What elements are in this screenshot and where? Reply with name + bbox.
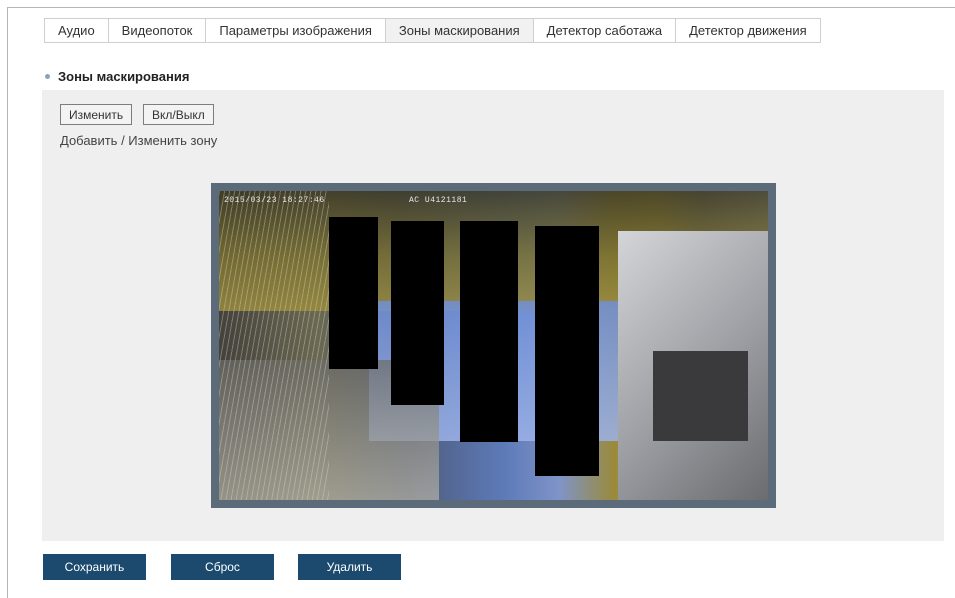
video-preview[interactable]: 2015/03/23 18:27:46 AC U4121181 xyxy=(219,191,768,500)
section-title: Зоны маскирования xyxy=(58,69,190,84)
tab-image-params[interactable]: Параметры изображения xyxy=(205,18,385,43)
page-frame: Аудио Видеопоток Параметры изображения З… xyxy=(7,7,955,598)
tab-audio[interactable]: Аудио xyxy=(44,18,108,43)
tab-tamper-detector[interactable]: Детектор саботажа xyxy=(532,18,676,43)
osd-datetime: 2015/03/23 18:27:46 xyxy=(224,196,325,205)
bullet-icon xyxy=(45,74,50,79)
tab-bar: Аудио Видеопоток Параметры изображения З… xyxy=(44,18,821,43)
video-scene-device xyxy=(618,231,768,500)
section-header: Зоны маскирования xyxy=(45,69,189,84)
tab-motion-detector[interactable]: Детектор движения xyxy=(675,18,821,43)
reset-button[interactable]: Сброс xyxy=(171,554,274,580)
toggle-button[interactable]: Вкл/Выкл xyxy=(143,104,214,125)
tab-privacy-masks[interactable]: Зоны маскирования xyxy=(384,18,533,43)
osd-camera-name: AC U4121181 xyxy=(409,196,468,205)
tab-video-stream[interactable]: Видеопоток xyxy=(107,18,206,43)
video-scene-device-panel xyxy=(653,351,748,441)
mask-zone-4[interactable] xyxy=(535,226,599,476)
add-edit-zone-hint: Добавить / Изменить зону xyxy=(60,133,218,148)
edit-button[interactable]: Изменить xyxy=(60,104,133,125)
mask-zone-2[interactable] xyxy=(391,221,444,405)
video-scene-wires xyxy=(219,191,329,500)
save-button[interactable]: Сохранить xyxy=(43,554,146,580)
mask-zone-3[interactable] xyxy=(460,221,518,442)
delete-button[interactable]: Удалить xyxy=(298,554,401,580)
mask-zone-1[interactable] xyxy=(329,217,378,369)
mask-settings-panel: Изменить Вкл/Выкл Добавить / Изменить зо… xyxy=(42,90,944,541)
video-preview-frame: 2015/03/23 18:27:46 AC U4121181 xyxy=(211,183,776,508)
